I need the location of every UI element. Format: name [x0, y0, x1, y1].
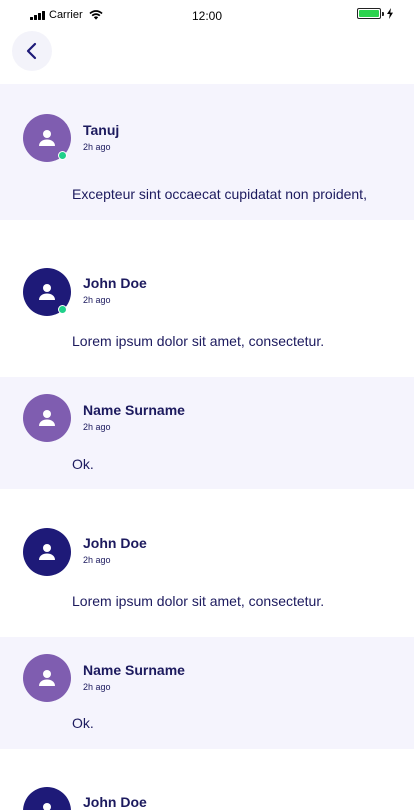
status-time: 12:00	[191, 9, 223, 23]
avatar[interactable]	[23, 654, 71, 702]
back-button[interactable]	[12, 31, 52, 71]
comment-time: 2h ago	[83, 682, 111, 692]
chevron-left-icon	[26, 42, 37, 60]
online-indicator	[58, 305, 67, 314]
comment-text: Lorem ipsum dolor sit amet, consectetur.	[72, 593, 325, 609]
user-icon	[39, 670, 55, 686]
comment-time: 2h ago	[83, 422, 111, 432]
avatar[interactable]	[23, 528, 71, 576]
status-right	[357, 8, 394, 19]
comment-time: 2h ago	[83, 295, 111, 305]
comment-item: John Doe 2h ago Lorem ipsum dolor sit am…	[0, 489, 414, 637]
battery-tip	[382, 11, 384, 16]
user-icon	[43, 803, 51, 810]
comment-author[interactable]: Name Surname	[83, 662, 185, 678]
comment-text: Excepteur sint occaecat cupidatat non pr…	[72, 186, 367, 202]
comment-text: Ok.	[72, 715, 94, 731]
user-icon	[39, 544, 55, 560]
comment-author[interactable]: Tanuj	[83, 122, 119, 138]
avatar[interactable]	[23, 114, 71, 162]
avatar[interactable]	[23, 787, 71, 810]
comment-text: Ok.	[72, 456, 94, 472]
user-icon	[39, 284, 55, 300]
comment-item: Name Surname 2h ago Ok.	[0, 377, 414, 489]
comment-author[interactable]: John Doe	[83, 275, 147, 291]
comment-author[interactable]: Name Surname	[83, 402, 185, 418]
comment-text: Lorem ipsum dolor sit amet, consectetur.	[72, 333, 325, 349]
comment-item: Name Surname 2h ago Ok.	[0, 637, 414, 749]
comment-item: John Doe	[0, 749, 414, 810]
comment-author[interactable]: John Doe	[83, 794, 147, 810]
comment-time: 2h ago	[83, 142, 111, 152]
comment-author[interactable]: John Doe	[83, 535, 147, 551]
comment-item: John Doe 2h ago Lorem ipsum dolor sit am…	[0, 220, 414, 377]
user-icon	[39, 130, 55, 146]
comment-feed: Tanuj 2h ago Excepteur sint occaecat cup…	[0, 84, 414, 810]
status-bar: Carrier 12:00	[0, 0, 414, 32]
online-indicator	[58, 151, 67, 160]
avatar[interactable]	[23, 394, 71, 442]
avatar[interactable]	[23, 268, 71, 316]
charging-bolt-icon	[387, 8, 393, 19]
comment-time: 2h ago	[83, 555, 111, 565]
battery-icon	[357, 8, 381, 19]
comment-item: Tanuj 2h ago Excepteur sint occaecat cup…	[0, 84, 414, 220]
user-icon	[39, 410, 55, 426]
